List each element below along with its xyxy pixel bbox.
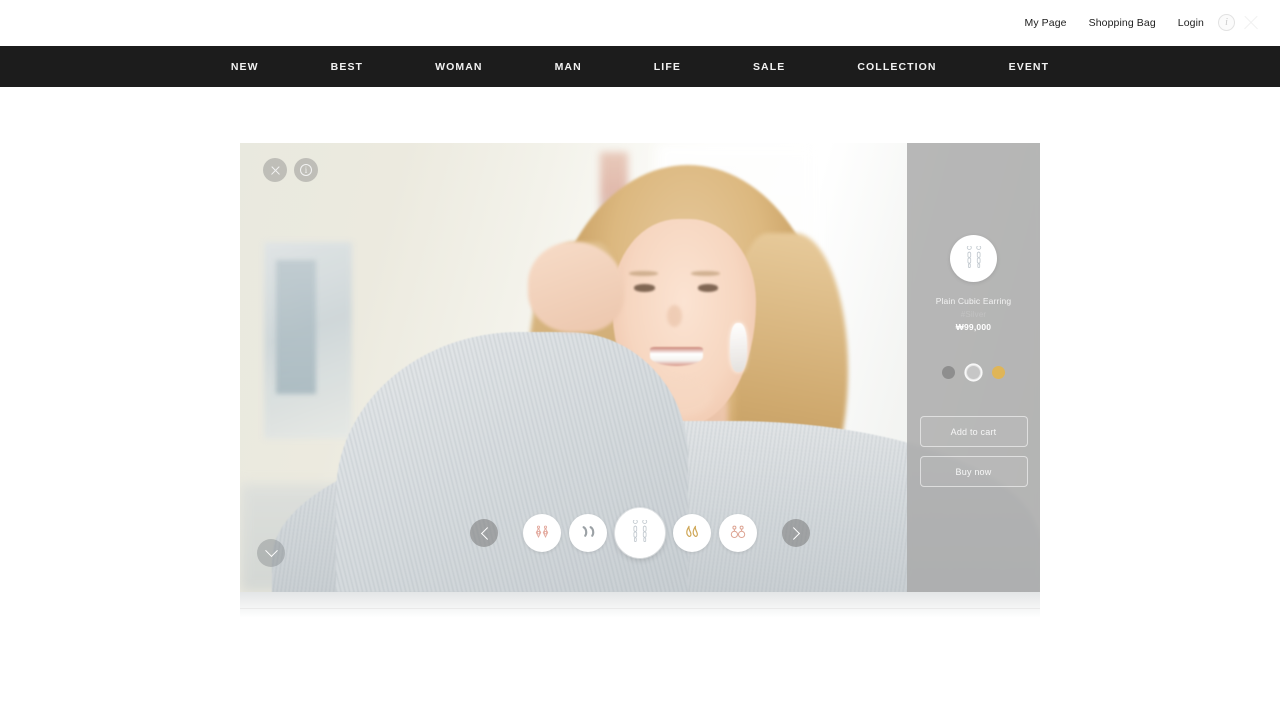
plain-cubic-earring-icon — [632, 520, 648, 543]
rose-drop-earring-icon — [535, 525, 549, 539]
nav-item-man[interactable]: MAN — [555, 61, 582, 73]
carousel-prev-button[interactable] — [470, 519, 498, 547]
card-baseline-divider — [240, 608, 1040, 609]
product-tag: #Silver — [960, 310, 987, 320]
chevron-down-icon — [264, 543, 278, 557]
hero-stage: i Plain Cubic Earring #Silver ₩99,000 Ad… — [0, 87, 1280, 720]
info-circle-icon[interactable]: i — [1218, 14, 1235, 31]
main-navigation: NEW BEST WOMAN MAN LIFE SALE COLLECTION … — [0, 46, 1280, 87]
carousel-next-button[interactable] — [782, 519, 810, 547]
photo-model-eye-left — [634, 284, 656, 292]
product-showcase-card: i Plain Cubic Earring #Silver ₩99,000 Ad… — [240, 143, 1040, 592]
swatch-gold[interactable] — [992, 366, 1005, 380]
thumbnail-gold-teardrop-earring[interactable] — [673, 514, 711, 552]
silver-hoop-earring-icon — [582, 526, 595, 537]
swatch-silver[interactable] — [966, 365, 981, 381]
scroll-down-button[interactable] — [257, 539, 285, 567]
rose-circle-earring-icon — [730, 525, 746, 538]
carousel-thumbnail-list — [523, 508, 757, 558]
color-swatch-group — [942, 365, 1005, 381]
login-link[interactable]: Login — [1178, 17, 1204, 29]
product-price: ₩99,000 — [955, 322, 992, 333]
photo-left-frame-inner — [276, 259, 316, 395]
nav-item-new[interactable]: NEW — [231, 61, 259, 73]
nav-item-best[interactable]: BEST — [331, 61, 363, 73]
buy-now-button[interactable]: Buy now — [919, 456, 1028, 488]
product-thumbnail-carousel — [470, 503, 810, 563]
product-info-panel: Plain Cubic Earring #Silver ₩99,000 Add … — [907, 143, 1040, 592]
photo-model-brow-left — [628, 271, 658, 276]
photo-model-eye-right — [697, 284, 719, 292]
close-icon — [270, 165, 281, 176]
info-circle-icon: i — [300, 164, 312, 176]
hero-info-button[interactable]: i — [294, 158, 318, 182]
thumbnail-rose-drop-earring[interactable] — [523, 514, 561, 552]
plain-cubic-earring-icon — [966, 245, 981, 268]
nav-item-collection[interactable]: COLLECTION — [857, 61, 936, 73]
card-reflection — [240, 592, 1040, 618]
photo-worn-earring — [729, 322, 748, 372]
close-icon[interactable] — [1240, 12, 1262, 34]
hero-close-button[interactable] — [263, 158, 287, 182]
nav-item-woman[interactable]: WOMAN — [435, 61, 483, 73]
chevron-right-icon — [786, 526, 800, 540]
nav-item-event[interactable]: EVENT — [1009, 61, 1050, 73]
my-page-link[interactable]: My Page — [1024, 17, 1066, 29]
gold-teardrop-earring-icon — [686, 525, 698, 537]
chevron-left-icon — [480, 526, 494, 540]
product-name: Plain Cubic Earring — [935, 296, 1012, 306]
nav-item-sale[interactable]: SALE — [753, 61, 785, 73]
photo-model-brow-right — [691, 271, 720, 276]
thumbnail-silver-hoop-earring[interactable] — [569, 514, 607, 552]
nav-item-life[interactable]: LIFE — [654, 61, 681, 73]
product-image-badge — [950, 235, 997, 282]
swatch-dark-gray[interactable] — [942, 366, 955, 380]
utility-bar: My Page Shopping Bag Login i — [0, 0, 1280, 46]
utility-icon-group: i — [1218, 8, 1266, 38]
shopping-bag-link[interactable]: Shopping Bag — [1089, 17, 1156, 29]
thumbnail-plain-cubic-earring[interactable] — [615, 508, 665, 558]
thumbnail-rose-circle-earring[interactable] — [719, 514, 757, 552]
photo-model-hand — [528, 241, 624, 332]
add-to-cart-button[interactable]: Add to cart — [919, 416, 1028, 448]
